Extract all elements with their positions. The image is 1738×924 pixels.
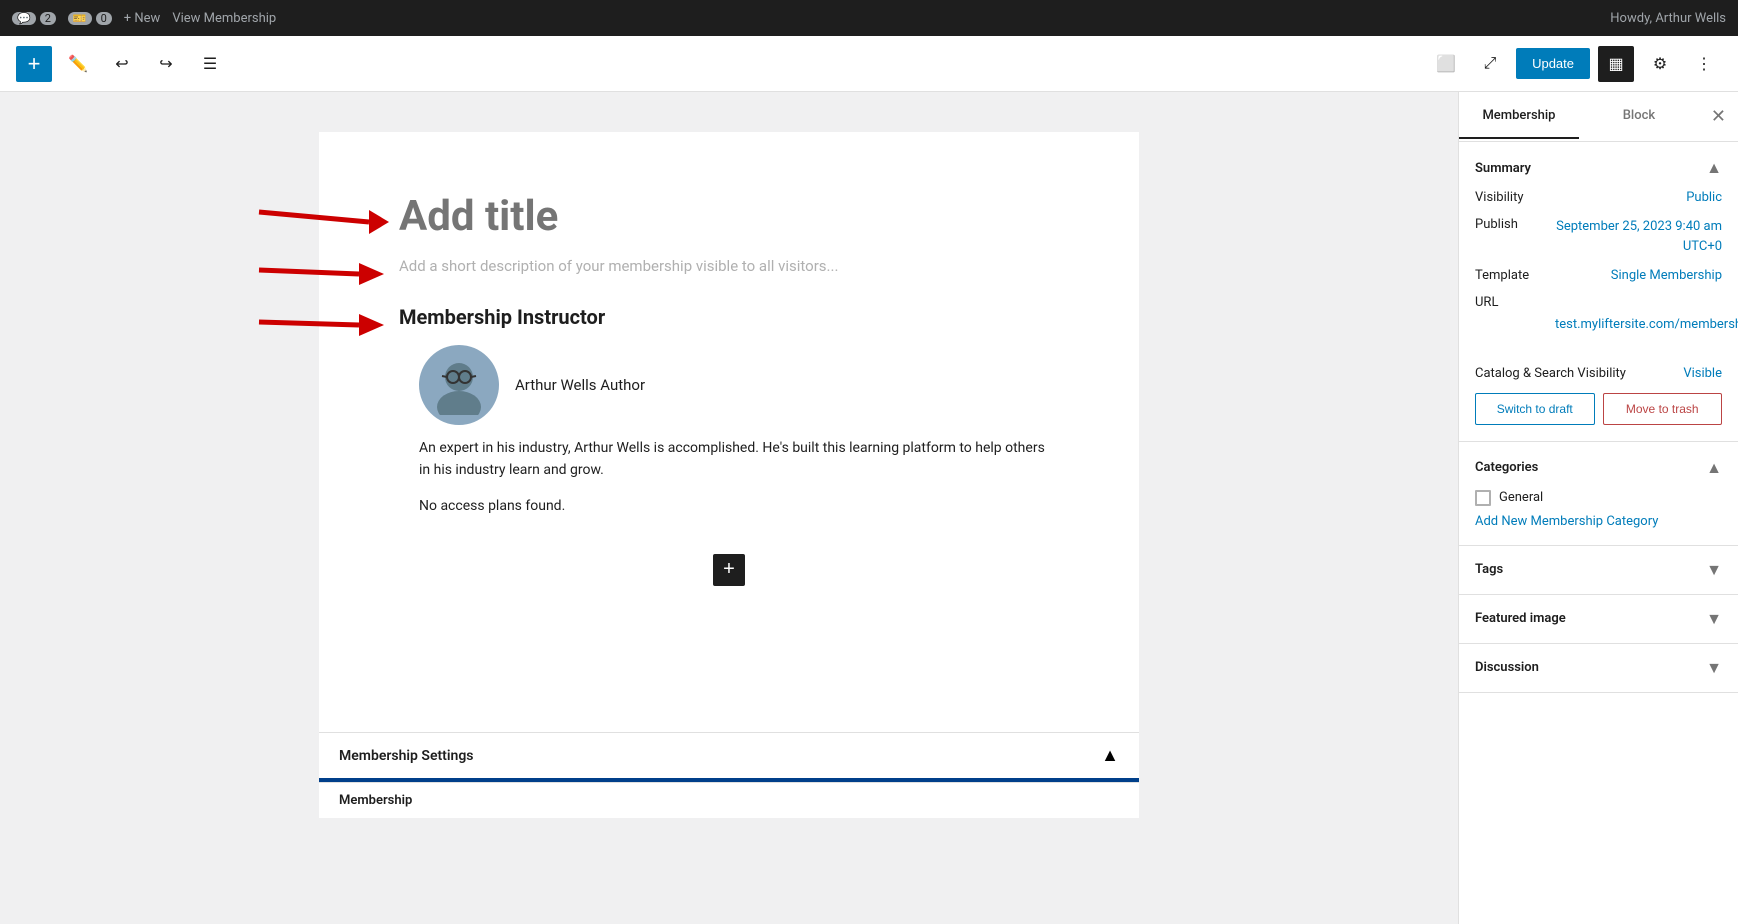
new-button[interactable]: + New [124,11,161,26]
membership-settings-bar: Membership Settings ▲ [319,732,1139,778]
redo-button[interactable]: ↪ [148,46,184,82]
summary-section: Summary ▲ Visibility Public Publish Sept… [1459,142,1738,442]
admin-bar: 💬 2 🎫 0 + New View Membership Howdy, Art… [0,0,1738,36]
category-general-row: General [1475,490,1722,506]
action-buttons: Switch to draft Move to trash [1475,393,1722,425]
view-membership-link[interactable]: View Membership [172,11,276,26]
main-layout: Add title Add a short description of you… [0,92,1738,924]
tags-title: Tags [1475,562,1503,577]
tab-block[interactable]: Block [1579,94,1699,139]
discussion-section[interactable]: Discussion ▼ [1459,644,1738,693]
add-block-button[interactable]: + [16,46,52,82]
discussion-expand-icon: ▼ [1706,658,1722,678]
instructor-arrow-indicator [249,300,399,350]
external-link-button[interactable]: ⤢ [1472,46,1508,82]
discussion-title: Discussion [1475,660,1539,675]
catalog-value[interactable]: Visible [1683,366,1722,381]
categories-collapse-icon: ▲ [1706,458,1722,478]
template-row: Template Single Membership [1475,268,1722,283]
tags-section[interactable]: Tags ▼ [1459,546,1738,595]
tab-membership[interactable]: Membership [1459,94,1579,139]
user-greeting: Howdy, Arthur Wells [1610,11,1726,26]
settings-bar-title: Membership Settings [339,748,474,764]
sidebar-tabs: Membership Block ✕ [1459,92,1738,142]
more-options-button[interactable]: ⋮ [1686,46,1722,82]
template-label: Template [1475,268,1555,283]
categories-title: Categories [1475,460,1538,475]
title-arrow-indicator [249,192,399,247]
comments-badge[interactable]: 💬 2 [12,12,56,25]
add-block-inline-button[interactable]: + [713,554,745,586]
sidebar-close-button[interactable]: ✕ [1699,92,1738,141]
category-general-checkbox[interactable] [1475,490,1491,506]
title-block: Add title [399,192,1059,241]
template-value[interactable]: Single Membership [1611,268,1722,283]
desktop-preview-button[interactable]: ⬜ [1428,46,1464,82]
instructor-avatar-row: Arthur Wells Author [419,345,1059,425]
catalog-label: Catalog & Search Visibility [1475,366,1626,381]
admin-bar-left: 💬 2 🎫 0 + New View Membership [12,11,1598,26]
summary-section-header[interactable]: Summary ▲ [1475,158,1722,178]
instructor-heading-row: Membership Instructor [399,305,1059,329]
instructor-bio: An expert in his industry, Arthur Wells … [419,437,1059,482]
summary-title: Summary [1475,161,1531,176]
undo-button[interactable]: ↩ [104,46,140,82]
switch-to-draft-button[interactable]: Switch to draft [1475,393,1595,425]
featured-image-section[interactable]: Featured image ▼ [1459,595,1738,644]
publish-row: Publish September 25, 2023 9:40 am UTC+0 [1475,217,1722,256]
categories-section: Categories ▲ General Add New Membership … [1459,442,1738,546]
comments-count: 2 [40,12,56,25]
settings-button[interactable]: ⚙ [1642,46,1678,82]
url-value[interactable]: nadia-test.myliftersite.com/membership/c… [1555,295,1738,354]
instructor-section: Membership Instructor [399,305,1059,514]
description-arrow-indicator [249,252,399,297]
editor-area: Add title Add a short description of you… [0,92,1458,924]
add-block-area: + [399,538,1059,602]
featured-image-title: Featured image [1475,611,1566,626]
editor-canvas: Add title Add a short description of you… [319,132,1139,732]
instructor-name: Arthur Wells Author [515,376,645,394]
toolbar-left: + ✏️ ↩ ↪ ☰ [16,46,1420,82]
visibility-value[interactable]: Public [1686,190,1722,205]
edit-pen-button[interactable]: ✏️ [60,46,96,82]
no-plans-text: No access plans found. [419,498,1059,514]
update-button[interactable]: Update [1516,48,1590,79]
catalog-row: Catalog & Search Visibility Visible [1475,366,1722,381]
avatar-svg [429,355,489,415]
category-general-label: General [1499,490,1543,505]
description-block: Add a short description of your membersh… [399,257,1059,275]
tickets-count: 0 [96,12,112,25]
bottom-membership-label: Membership [319,782,1139,818]
avatar [419,345,499,425]
settings-collapse-button[interactable]: ▲ [1101,745,1119,766]
sidebar-toggle-button[interactable]: ▦ [1598,46,1634,82]
categories-section-header[interactable]: Categories ▲ [1475,458,1722,478]
tickets-badge[interactable]: 🎫 0 [68,12,112,25]
instructor-heading: Membership Instructor [399,305,605,329]
membership-label: Membership [339,793,412,808]
editor-toolbar: + ✏️ ↩ ↪ ☰ ⬜ ⤢ Update ▦ ⚙ ⋮ [0,36,1738,92]
instructor-card: Arthur Wells Author An expert in his ind… [419,345,1059,514]
publish-value[interactable]: September 25, 2023 9:40 am UTC+0 [1555,217,1722,256]
summary-collapse-icon: ▲ [1706,158,1722,178]
add-category-link[interactable]: Add New Membership Category [1475,514,1722,529]
featured-image-expand-icon: ▼ [1706,609,1722,629]
visibility-label: Visibility [1475,190,1555,205]
publish-label: Publish [1475,217,1555,232]
tags-expand-icon: ▼ [1706,560,1722,580]
description-placeholder[interactable]: Add a short description of your membersh… [399,257,1059,275]
sidebar: Membership Block ✕ Summary ▲ Visibility … [1458,92,1738,924]
url-label: URL [1475,295,1555,310]
move-to-trash-button[interactable]: Move to trash [1603,393,1723,425]
visibility-row: Visibility Public [1475,190,1722,205]
url-row: URL nadia-test.myliftersite.com/membersh… [1475,295,1722,354]
title-placeholder[interactable]: Add title [399,192,1059,241]
toolbar-right: ⬜ ⤢ Update ▦ ⚙ ⋮ [1428,46,1722,82]
list-view-button[interactable]: ☰ [192,46,228,82]
